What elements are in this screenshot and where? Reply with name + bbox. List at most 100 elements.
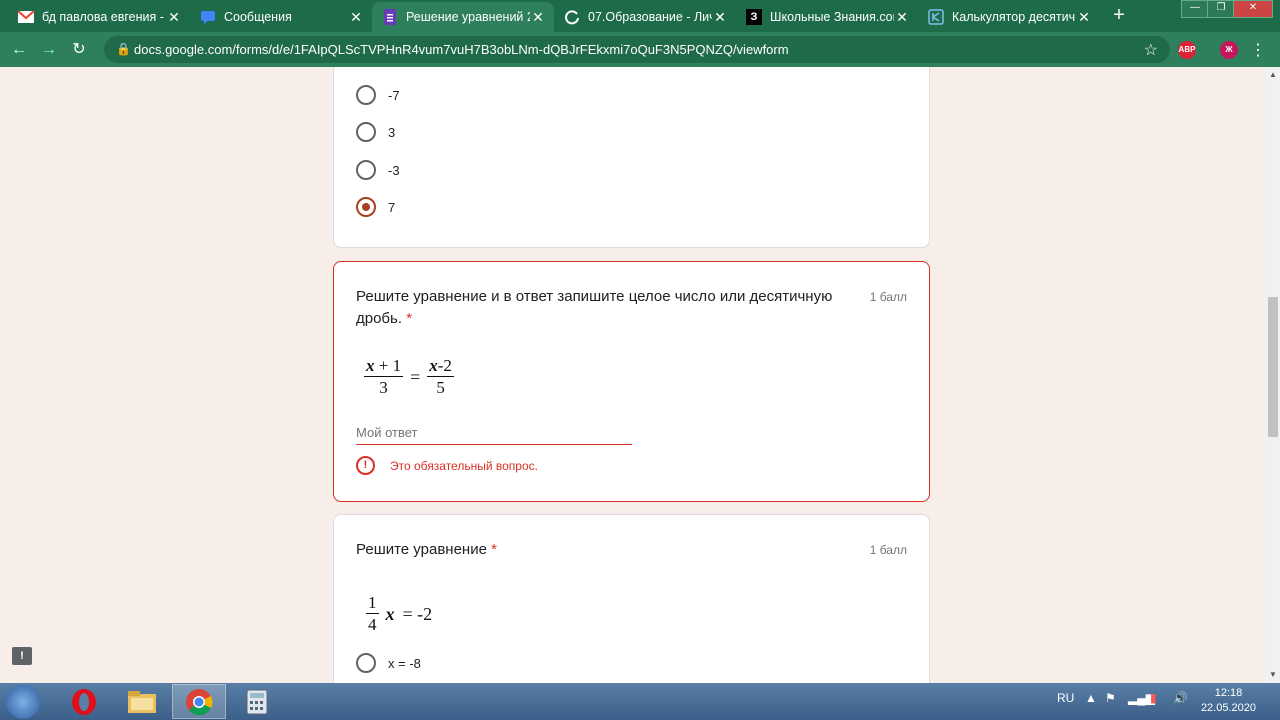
tab-education[interactable]: 07.Образование - Личн ✕ [554,2,736,32]
tab-calculator[interactable]: Калькулятор десятичны ✕ [918,2,1100,32]
option-label: x = -8 [388,655,421,671]
fraction: 1 4 [366,593,379,636]
tab-title: бд павлова евгения - e [42,10,166,24]
back-arrow-icon[interactable]: ← [8,39,30,61]
calculator-icon[interactable] [230,684,284,719]
volume-icon[interactable]: 🔊 [1173,691,1188,705]
scroll-down-arrow-icon[interactable]: ▼ [1266,668,1280,682]
radio-button[interactable] [356,85,376,105]
radio-option[interactable]: -7 [356,85,400,105]
tab-znanija[interactable]: З Школьные Знания.com ✕ [736,2,918,32]
profile-avatar-icon[interactable]: Ж [1220,41,1238,59]
tab-title: 07.Образование - Личн [588,10,712,24]
radio-option-selected[interactable]: 7 [356,197,395,217]
tray-expand-icon[interactable]: ▲ [1085,691,1097,705]
close-tab-icon[interactable]: ✕ [348,9,364,26]
minimize-button[interactable]: — [1181,0,1209,18]
equation-image: x + 1 3 = x-2 5 [364,356,454,399]
close-tab-icon[interactable]: ✕ [894,9,910,26]
tab-strip: бд павлова евгения - e ✕ Сообщения ✕ Реш… [0,0,1280,32]
required-asterisk: * [406,310,413,327]
tab-forms[interactable]: Решение уравнений 2 в ✕ [372,2,554,32]
close-tab-icon[interactable]: ✕ [530,9,546,26]
option-label: 3 [388,124,396,140]
question-card-required: Решите уравнение и в ответ запишите цело… [333,261,930,502]
close-tab-icon[interactable]: ✕ [712,9,728,26]
radio-button-selected[interactable] [356,197,376,217]
variable-x: x [366,356,375,375]
radio-option[interactable]: -3 [356,160,400,180]
power-warning-icon[interactable]: ▮ [1150,691,1157,705]
feedback-icon[interactable]: ! [12,647,32,665]
numerator: 1 [366,593,379,614]
option-label: -3 [388,162,400,178]
tab-title: Сообщения [224,10,292,24]
opera-icon[interactable] [57,684,111,719]
equation-image: 1 4 x = -2 [366,593,432,636]
equals-sign: = [410,367,421,387]
answer-input[interactable] [356,425,632,440]
tab-title: Калькулятор десятичны [952,10,1076,24]
tab-title: Школьные Знания.com [770,10,894,24]
denominator: 5 [436,378,445,397]
start-button-icon[interactable] [6,685,40,719]
language-indicator[interactable]: RU [1057,691,1074,705]
google-forms-icon [382,9,398,25]
radio-button[interactable] [356,122,376,142]
equation-rest: = -2 [402,604,433,624]
tab-messages[interactable]: Сообщения ✕ [190,2,372,32]
action-center-flag-icon[interactable]: ⚑ [1105,691,1116,705]
maximize-button[interactable]: ❐ [1207,0,1235,18]
lock-icon: 🔒 [116,42,131,56]
chrome-icon[interactable] [172,684,226,719]
reload-icon[interactable]: ↻ [68,39,90,61]
close-tab-icon[interactable]: ✕ [166,9,182,26]
calculator-site-icon [928,9,944,25]
radio-option[interactable]: 3 [356,122,395,142]
system-clock[interactable]: 12:18 22.05.2020 [1201,686,1256,716]
file-explorer-icon[interactable] [115,684,169,719]
denominator: 3 [379,378,388,397]
error-text: Это обязательный вопрос. [390,458,538,473]
new-tab-button[interactable]: + [1108,5,1130,27]
tab-title: Решение уравнений 2 в [406,10,530,24]
question-title: Решите уравнение * [356,539,856,561]
browser-toolbar: ← → ↻ 🔒 docs.google.com/forms/d/e/1FAIpQ… [0,32,1280,67]
scrollbar-thumb[interactable] [1268,297,1278,437]
denominator: 4 [368,615,377,634]
numerator-rest: -2 [437,356,452,375]
variable-x: x [385,604,395,624]
clock-time: 12:18 [1214,687,1243,699]
close-tab-icon[interactable]: ✕ [1076,9,1092,26]
fraction-left: x + 1 3 [364,356,404,399]
answer-field[interactable] [356,424,632,445]
error-exclamation-icon: ! [356,456,375,475]
address-bar[interactable]: 🔒 docs.google.com/forms/d/e/1FAIpQLScTVP… [104,36,1170,63]
refresh-logo-icon [564,9,580,25]
kebab-menu-icon[interactable]: ⋮ [1250,40,1266,60]
option-label: -7 [388,87,400,103]
znanija-icon: З [746,9,762,25]
question-card-next: Решите уравнение * 1 балл 1 4 x = -2 x =… [333,514,930,683]
points-label: 1 балл [869,543,907,557]
radio-button[interactable] [356,653,376,673]
question-text: Решите уравнение [356,541,487,558]
form-page: -7 3 -3 7 Решите уравнение и в ответ зап… [0,67,1266,683]
radio-button[interactable] [356,160,376,180]
forward-arrow-icon[interactable]: → [38,39,60,61]
bookmark-star-icon[interactable]: ☆ [1144,40,1158,60]
question-title: Решите уравнение и в ответ запишите цело… [356,286,856,330]
gmail-icon [18,9,34,25]
numerator-rest: + 1 [378,356,402,375]
variable-x: x [429,356,438,375]
tab-gmail[interactable]: бд павлова евгения - e ✕ [8,2,190,32]
windows-taskbar: RU ▲ ⚑ ▂▄▆ ▮ 🔊 12:18 22.05.2020 [0,683,1280,720]
close-window-button[interactable]: ✕ [1233,0,1273,18]
error-message: ! Это обязательный вопрос. [356,456,538,475]
scroll-up-arrow-icon[interactable]: ▲ [1266,68,1280,82]
radio-option[interactable]: x = -8 [356,653,421,673]
question-text: Решите уравнение и в ответ запишите цело… [356,288,833,327]
adblock-plus-icon[interactable]: ABP [1178,41,1196,59]
url-text: docs.google.com/forms/d/e/1FAIpQLScTVPHn… [134,42,789,57]
points-label: 1 балл [869,290,907,304]
